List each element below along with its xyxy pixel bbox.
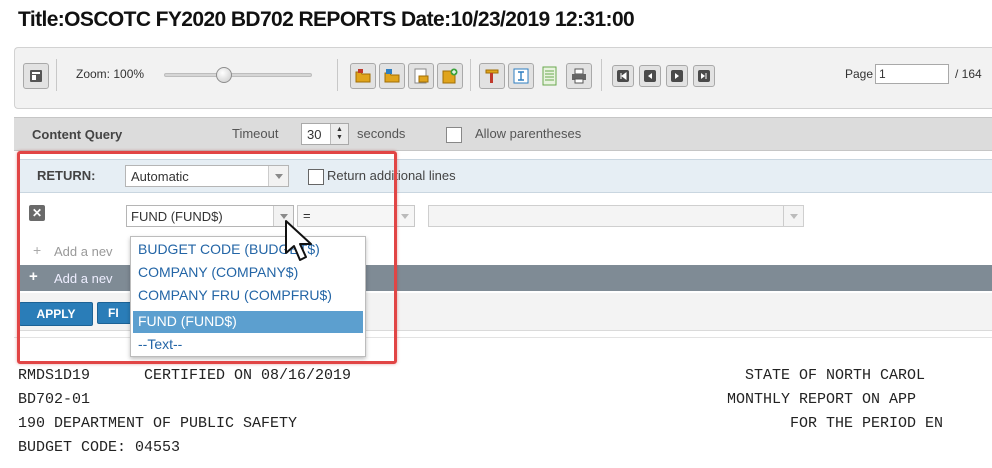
zoom-label: Zoom: 100% xyxy=(76,67,145,81)
seconds-label: seconds xyxy=(357,126,406,141)
zoom-slider-handle[interactable] xyxy=(216,67,232,83)
chevron-down-icon[interactable] xyxy=(783,206,803,226)
timeout-value: 30 xyxy=(307,127,322,142)
add-icon[interactable] xyxy=(437,63,463,89)
page-number-input[interactable] xyxy=(875,64,949,84)
return-label: RETURN: xyxy=(37,168,96,183)
operator-select-value: = xyxy=(303,208,311,223)
page-total-label: / 164 xyxy=(955,67,982,81)
plus-icon: + xyxy=(29,268,38,285)
page-label: Page xyxy=(845,67,874,81)
toolbar-divider xyxy=(56,59,57,91)
dropdown-option[interactable]: BUDGET CODE (BUDGET$) xyxy=(133,239,363,261)
chevron-down-icon[interactable] xyxy=(268,166,288,186)
field-select-value: FUND (FUND$) xyxy=(131,209,223,224)
print-icon[interactable] xyxy=(566,63,592,89)
dropdown-option[interactable]: --Text-- xyxy=(133,334,363,356)
return-select[interactable]: Automatic xyxy=(125,165,289,187)
dropdown-option-selected[interactable]: FUND (FUND$) xyxy=(133,311,363,333)
operator-select[interactable]: = xyxy=(297,205,415,227)
content-query-label: Content Query xyxy=(32,127,123,142)
report-line: BUDGET CODE: 04553 xyxy=(18,439,181,456)
folder-icon[interactable] xyxy=(350,63,376,89)
chevron-down-icon[interactable] xyxy=(273,206,293,226)
filter-row: ✕ FUND (FUND$) = xyxy=(19,194,992,236)
first-page-icon[interactable] xyxy=(612,65,634,87)
report-line: RMDS1D19 CERTIFIED ON 08/16/2019 xyxy=(18,367,352,384)
return-row: RETURN: Automatic Return additional line… xyxy=(19,159,992,193)
sidebar-toggle-icon[interactable] xyxy=(23,63,49,89)
text-select-icon[interactable] xyxy=(508,63,534,89)
folder-search-icon[interactable] xyxy=(379,63,405,89)
report-line: FOR THE PERIOD EN xyxy=(790,415,944,432)
report-toolbar: Zoom: 100% Page / 164 xyxy=(14,47,992,109)
toolbar-divider xyxy=(337,59,338,91)
return-select-value: Automatic xyxy=(131,169,189,184)
add-new-filter-label: Add a nev xyxy=(54,244,113,259)
field-dropdown-list: BUDGET CODE (BUDGET$) COMPANY (COMPANY$)… xyxy=(130,236,366,357)
timeout-stepper[interactable]: 30 ▲ ▼ xyxy=(301,123,349,145)
page-icon[interactable] xyxy=(537,63,563,89)
timeout-label: Timeout xyxy=(232,126,279,141)
next-page-icon[interactable] xyxy=(666,65,688,87)
report-line: STATE OF NORTH CAROL xyxy=(745,367,926,384)
chevron-down-icon[interactable] xyxy=(394,206,414,226)
content-query-header: Content Query Timeout 30 ▲ ▼ seconds Allo… xyxy=(14,117,992,151)
return-additional-lines-label: Return additional lines xyxy=(327,168,456,183)
highlight-icon[interactable] xyxy=(479,63,505,89)
remove-filter-icon[interactable]: ✕ xyxy=(29,205,45,221)
return-additional-lines-checkbox[interactable] xyxy=(308,169,324,185)
toolbar-divider xyxy=(470,59,471,91)
report-line: MONTHLY REPORT ON APP xyxy=(727,391,917,408)
field-select[interactable]: FUND (FUND$) xyxy=(126,205,294,227)
prev-page-icon[interactable] xyxy=(639,65,661,87)
page-title: Title:OSCOTC FY2020 BD702 REPORTS Date:1… xyxy=(18,8,635,31)
allow-parentheses-label: Allow parentheses xyxy=(475,126,582,141)
zoom-slider-track[interactable] xyxy=(164,73,312,77)
report-line: 190 DEPARTMENT OF PUBLIC SAFETY xyxy=(18,415,298,432)
export-icon[interactable] xyxy=(408,63,434,89)
last-page-icon[interactable] xyxy=(693,65,715,87)
apply-button[interactable]: APPLY xyxy=(19,302,93,326)
dropdown-option[interactable]: COMPANY FRU (COMPFRU$) xyxy=(133,285,363,307)
report-line: BD702-01 xyxy=(18,391,91,408)
add-new-group-label: Add a nev xyxy=(54,271,113,286)
value-select[interactable] xyxy=(428,205,804,227)
timeout-spin-icon[interactable]: ▲ ▼ xyxy=(330,124,348,144)
toolbar-divider xyxy=(601,59,602,91)
plus-icon: + xyxy=(33,242,42,258)
dropdown-option[interactable]: COMPANY (COMPANY$) xyxy=(133,262,363,284)
allow-parentheses-checkbox[interactable] xyxy=(446,127,462,143)
